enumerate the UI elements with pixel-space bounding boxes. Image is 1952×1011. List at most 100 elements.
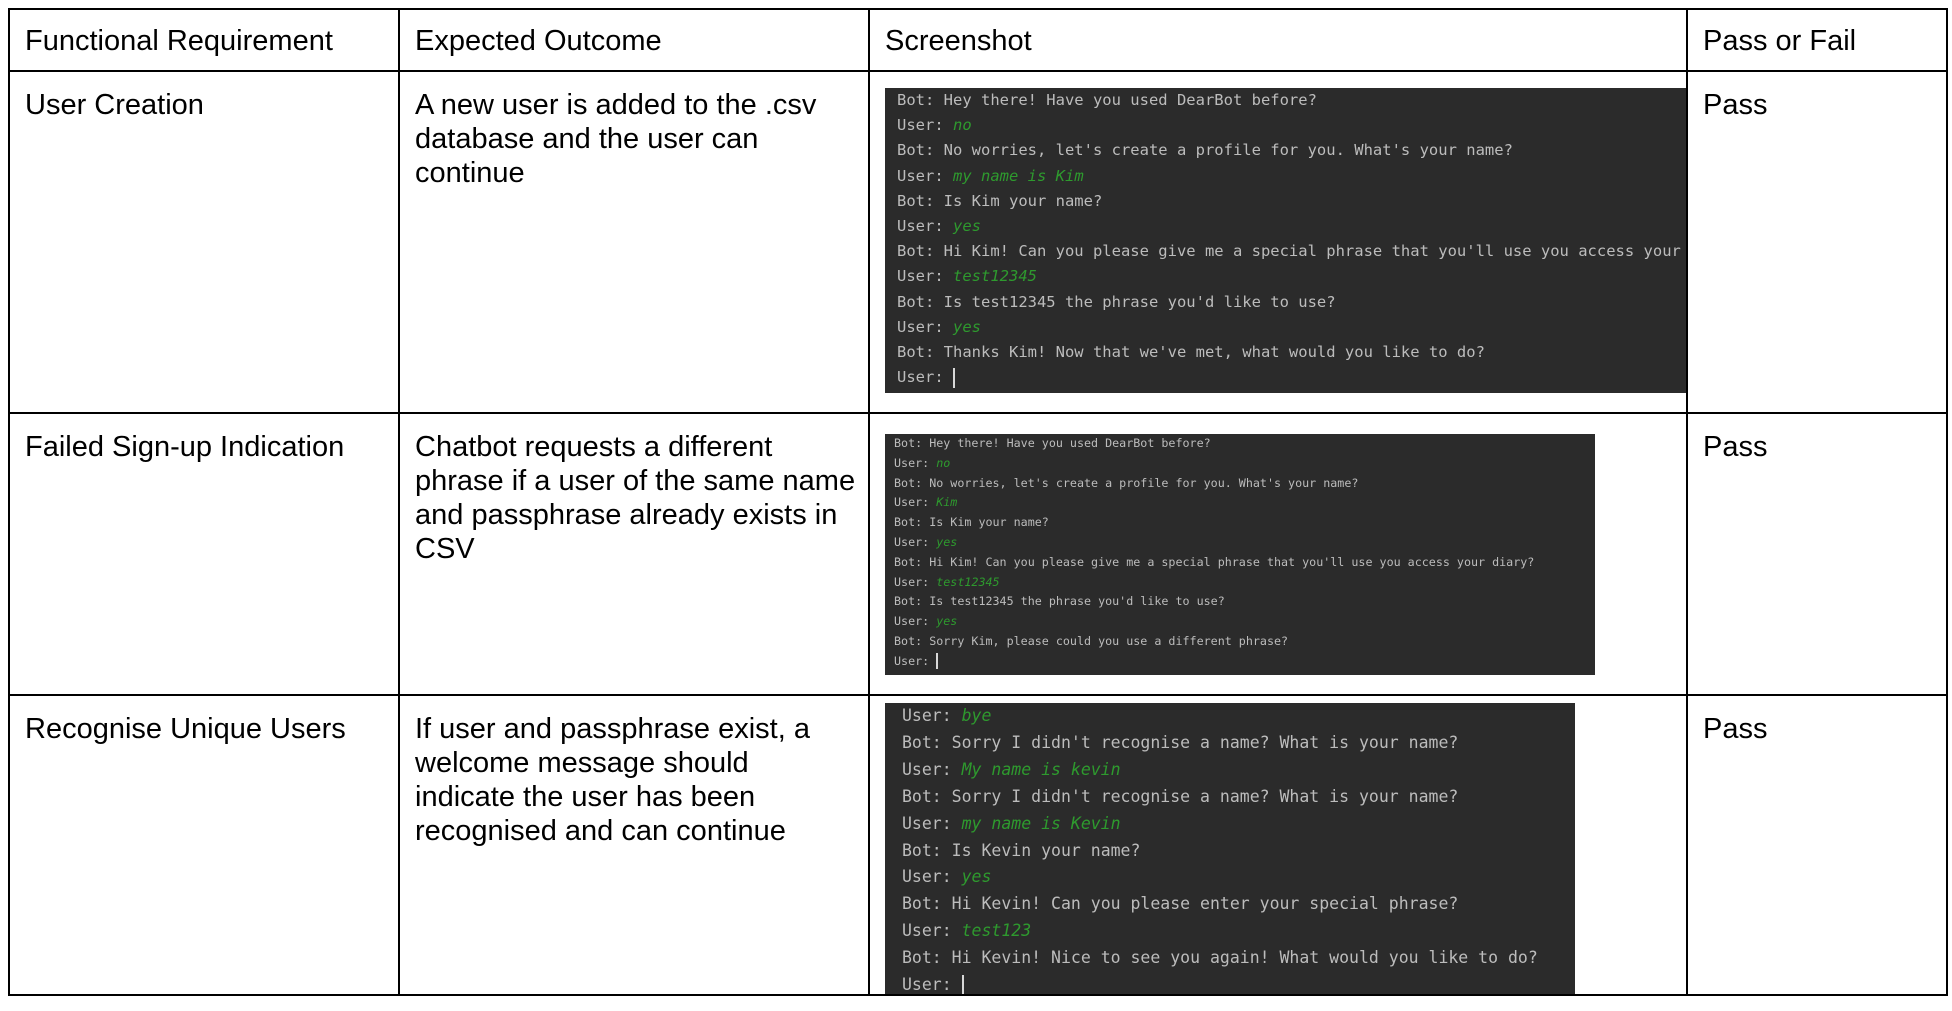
user-label: User:: [894, 495, 930, 510]
header-expected-outcome: Expected Outcome: [398, 8, 870, 72]
bot-label: Bot:: [902, 732, 942, 752]
bot-label: Bot:: [894, 475, 923, 490]
user-input: yes: [953, 317, 982, 336]
user-input: yes: [936, 534, 958, 549]
bot-label: Bot:: [897, 91, 935, 109]
bot-message: Sorry I didn't recognise a name? What is…: [941, 786, 1459, 806]
user-label: User:: [897, 116, 944, 135]
terminal-line: User: yes: [894, 533, 1595, 553]
user-input: no: [953, 116, 972, 135]
bot-label: Bot:: [902, 840, 942, 860]
terminal-line: Bot: Is test12345 the phrase you'd like …: [894, 592, 1595, 612]
user-input: test12345: [953, 267, 1038, 286]
bot-message: Thanks Kim! Now that we've met, what wou…: [934, 343, 1485, 362]
bot-message: Hi Kim! Can you please give me a special…: [934, 242, 1687, 261]
terminal-line: Bot: Is Kim your name?: [894, 513, 1595, 533]
terminal-line: User: no: [894, 454, 1595, 474]
result-cell: Pass: [1686, 70, 1948, 414]
screenshot-cell: User: bye Bot: Sorry I didn't recognise a…: [868, 694, 1688, 996]
user-label: User:: [897, 166, 944, 185]
terminal-line: User: my name is Kim: [897, 164, 1685, 189]
bot-label: Bot:: [897, 191, 935, 210]
bot-message: Is test12345 the phrase you'd like to us…: [934, 292, 1336, 311]
bot-message: Sorry Kim, please could you use a differ…: [922, 633, 1289, 648]
terminal-line: Bot: Thanks Kim! Now that we've met, wha…: [897, 340, 1685, 365]
terminal-line: User: yes: [897, 214, 1685, 239]
table-row: Failed Sign-up Indication Chatbot reques…: [8, 412, 1948, 696]
requirement-cell: Recognise Unique Users: [8, 694, 400, 996]
bot-message: Hi Kevin! Can you please enter your spec…: [941, 894, 1459, 914]
bot-label: Bot:: [897, 242, 935, 261]
requirement-cell: Failed Sign-up Indication: [8, 412, 400, 696]
terminal-line: Bot: Sorry Kim, please could you use a d…: [894, 632, 1595, 652]
outcome-cell: Chatbot requests a different phrase if a…: [398, 412, 870, 696]
terminal-line: Bot: Is test12345 the phrase you'd like …: [897, 290, 1685, 315]
bot-message: Hi Kim! Can you please give me a special…: [922, 554, 1535, 569]
user-input: my name is Kevin: [961, 813, 1121, 833]
terminal-line: User: test123: [902, 918, 1575, 945]
terminal-line: Bot: Hi Kim! Can you please give me a sp…: [897, 239, 1687, 264]
requirement-cell: User Creation: [8, 70, 400, 414]
terminal-screenshot: User: bye Bot: Sorry I didn't recognise a…: [885, 703, 1575, 993]
bot-message: Hey there! Have you used DearBot before?: [922, 436, 1211, 450]
user-input: no: [936, 455, 951, 470]
header-screenshot: Screenshot: [868, 8, 1688, 72]
user-input: test12345: [936, 574, 1000, 589]
terminal-line: User: yes: [897, 315, 1685, 340]
terminal-line: Bot: No worries, let's create a profile …: [894, 474, 1595, 494]
terminal-line: Bot: Hey there! Have you used DearBot be…: [897, 88, 1685, 113]
user-input: bye: [961, 706, 992, 725]
terminal-line: User: test12345: [897, 264, 1685, 289]
user-input: yes: [953, 217, 982, 236]
bot-label: Bot:: [897, 141, 935, 160]
terminal-line: User: my name is Kevin: [902, 811, 1575, 838]
screenshot-cell: Bot: Hey there! Have you used DearBot be…: [868, 70, 1688, 414]
text-cursor: [953, 367, 956, 388]
terminal-line: Bot: Hi Kim! Can you please give me a sp…: [894, 553, 1595, 573]
header-functional-requirement: Functional Requirement: [8, 8, 400, 72]
user-label: User:: [894, 653, 930, 668]
user-label: User:: [897, 217, 944, 236]
user-label: User:: [894, 534, 930, 549]
user-label: User:: [897, 267, 944, 286]
terminal-line: User:: [897, 365, 1685, 390]
bot-label: Bot:: [897, 343, 935, 362]
text-cursor: [936, 653, 939, 670]
user-label: User:: [902, 706, 952, 725]
user-input: Kim: [936, 495, 958, 510]
user-label: User:: [902, 921, 952, 941]
test-results-table: Functional Requirement Expected Outcome …: [8, 8, 1948, 996]
terminal-line: Bot: Is Kim your name?: [897, 189, 1685, 214]
terminal-line: User: bye: [902, 703, 1575, 730]
bot-label: Bot:: [897, 292, 935, 311]
terminal-screenshot: Bot: Hey there! Have you used DearBot be…: [885, 88, 1687, 393]
bot-message: No worries, let's create a profile for y…: [922, 475, 1359, 490]
bot-label: Bot:: [902, 948, 942, 968]
terminal-line: User: Kim: [894, 493, 1595, 513]
result-cell: Pass: [1686, 694, 1948, 996]
bot-message: Is Kim your name?: [922, 515, 1049, 530]
bot-label: Bot:: [902, 894, 942, 914]
bot-label: Bot:: [894, 554, 923, 569]
header-pass-or-fail: Pass or Fail: [1686, 8, 1948, 72]
user-label: User:: [897, 317, 944, 336]
user-label: User:: [902, 813, 952, 833]
bot-message: Is test12345 the phrase you'd like to us…: [922, 594, 1225, 609]
screenshot-cell: Bot: Hey there! Have you used DearBot be…: [868, 412, 1688, 696]
outcome-cell: If user and passphrase exist, a welcome …: [398, 694, 870, 996]
bot-message: Hey there! Have you used DearBot before?: [934, 91, 1317, 109]
terminal-line: Bot: Hi Kevin! Can you please enter your…: [902, 891, 1575, 918]
table-row: Recognise Unique Users If user and passp…: [8, 694, 1948, 996]
bot-message: Sorry I didn't recognise a name? What is…: [941, 732, 1459, 752]
terminal-line: User:: [902, 972, 1575, 993]
header-row: Functional Requirement Expected Outcome …: [8, 8, 1948, 72]
user-label: User:: [902, 867, 952, 887]
terminal-line: Bot: Hey there! Have you used DearBot be…: [894, 434, 1595, 454]
user-label: User:: [894, 574, 930, 589]
terminal-line: Bot: Is Kevin your name?: [902, 838, 1575, 865]
terminal-line: User: test12345: [894, 573, 1595, 593]
terminal-line: Bot: Hi Kevin! Nice to see you again! Wh…: [902, 945, 1575, 972]
user-input: test123: [961, 921, 1032, 941]
terminal-line: Bot: No worries, let's create a profile …: [897, 138, 1685, 163]
terminal-line: User: My name is kevin: [902, 757, 1575, 784]
